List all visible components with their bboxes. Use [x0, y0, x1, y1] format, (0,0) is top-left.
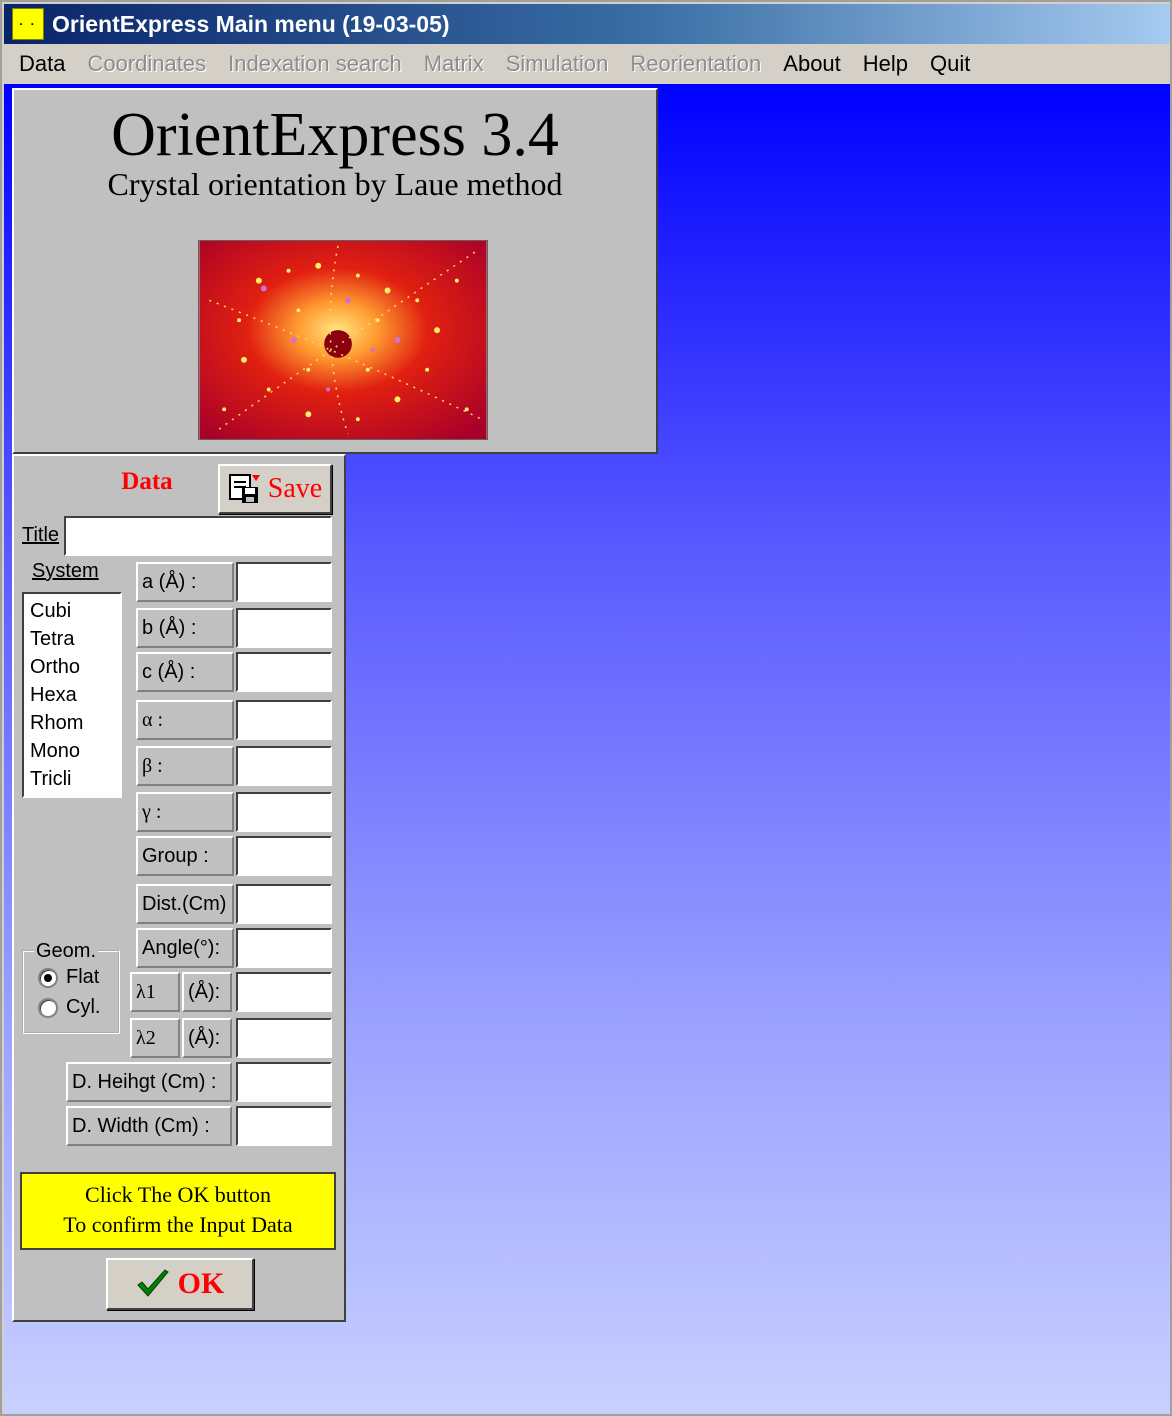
menu-simulation[interactable]: Simulation	[495, 51, 620, 77]
menu-data[interactable]: Data	[8, 51, 76, 77]
menu-reorientation[interactable]: Reorientation	[619, 51, 772, 77]
menu-about[interactable]: About	[772, 51, 852, 77]
lambda2-input[interactable]	[236, 1018, 332, 1058]
menu-matrix[interactable]: Matrix	[413, 51, 495, 77]
system-label: System	[32, 560, 99, 582]
save-button[interactable]: Save	[218, 464, 332, 514]
menu-coordinates[interactable]: Coordinates	[76, 51, 217, 77]
alpha-label: α :	[136, 700, 234, 740]
lambda2-unit: (Å):	[182, 1018, 232, 1058]
geometry-flat-option[interactable]: Flat	[38, 966, 99, 989]
b-label: b (Å) :	[136, 608, 234, 648]
gamma-input[interactable]	[236, 792, 332, 832]
app-title: OrientExpress 3.4	[111, 101, 559, 169]
dist-input[interactable]	[236, 884, 332, 924]
d-height-input[interactable]	[236, 1062, 332, 1102]
geometry-groupbox: Geom. Flat Cyl.	[22, 940, 120, 1034]
cyl-label: Cyl.	[66, 996, 101, 1018]
a-label: a (Å) :	[136, 562, 234, 602]
alpha-input[interactable]	[236, 700, 332, 740]
d-width-input[interactable]	[236, 1106, 332, 1146]
group-label: Group :	[136, 836, 234, 876]
app-subtitle: Crystal orientation by Laue method	[107, 166, 563, 202]
title-bar[interactable]: · · OrientExpress Main menu (19-03-05)	[4, 4, 1170, 44]
system-option-cubi[interactable]: Cubi	[24, 598, 120, 626]
lambda1-label: λ1	[130, 972, 180, 1012]
splash-banner: OrientExpress 3.4 Crystal orientation by…	[12, 88, 658, 454]
beta-label: β :	[136, 746, 234, 786]
b-input[interactable]	[236, 608, 332, 648]
checkmark-icon	[136, 1269, 169, 1297]
menu-bar: Data Coordinates Indexation search Matri…	[4, 44, 1170, 84]
lambda1-unit: (Å):	[182, 972, 232, 1012]
data-panel: Data Save Title System Cubi Tetra Ortho …	[12, 454, 346, 1322]
title-input[interactable]	[64, 516, 332, 556]
gamma-label: γ :	[136, 792, 234, 832]
menu-indexation-search[interactable]: Indexation search	[217, 51, 413, 77]
lambda2-label: λ2	[130, 1018, 180, 1058]
title-label: Title	[22, 524, 60, 546]
laue-pattern-image	[198, 240, 488, 440]
flat-label: Flat	[66, 966, 100, 988]
group-input[interactable]	[236, 836, 332, 876]
system-option-mono[interactable]: Mono	[24, 738, 120, 766]
angle-label: Angle(°):	[136, 928, 234, 968]
radio-unselected-icon[interactable]	[38, 997, 58, 1018]
system-option-ortho[interactable]: Ortho	[24, 654, 120, 682]
geometry-label: Geom.	[34, 940, 99, 963]
system-option-rhom[interactable]: Rhom	[24, 710, 120, 738]
d-width-label: D. Width (Cm) :	[66, 1106, 232, 1146]
d-height-label: D. Heihgt (Cm) :	[66, 1062, 232, 1102]
dist-label: Dist.(Cm)	[136, 884, 234, 924]
hint-line-2: To confirm the Input Data	[63, 1212, 293, 1237]
app-icon[interactable]: · ·	[12, 8, 44, 40]
main-window: · · OrientExpress Main menu (19-03-05) D…	[0, 0, 1172, 1416]
c-label: c (Å) :	[136, 652, 234, 692]
hint-line-1: Click The OK button	[85, 1182, 271, 1207]
c-input[interactable]	[236, 652, 332, 692]
data-panel-title: Data	[121, 468, 173, 495]
geometry-cyl-option[interactable]: Cyl.	[38, 996, 100, 1019]
a-input[interactable]	[236, 562, 332, 602]
window-title: OrientExpress Main menu (19-03-05)	[52, 10, 450, 37]
save-label: Save	[267, 473, 323, 504]
ok-label: OK	[177, 1267, 225, 1300]
lambda1-input[interactable]	[236, 972, 332, 1012]
angle-input[interactable]	[236, 928, 332, 968]
menu-help[interactable]: Help	[852, 51, 919, 77]
system-option-tetra[interactable]: Tetra	[24, 626, 120, 654]
save-icon	[228, 474, 260, 503]
menu-quit[interactable]: Quit	[919, 51, 981, 77]
system-listbox[interactable]: Cubi Tetra Ortho Hexa Rhom Mono Tricli	[22, 592, 122, 798]
system-option-hexa[interactable]: Hexa	[24, 682, 120, 710]
hint-box: Click The OK button To confirm the Input…	[20, 1172, 336, 1250]
beta-input[interactable]	[236, 746, 332, 786]
ok-button[interactable]: OK	[106, 1258, 254, 1310]
radio-selected-icon[interactable]	[38, 967, 58, 988]
system-option-tricli[interactable]: Tricli	[24, 766, 120, 794]
